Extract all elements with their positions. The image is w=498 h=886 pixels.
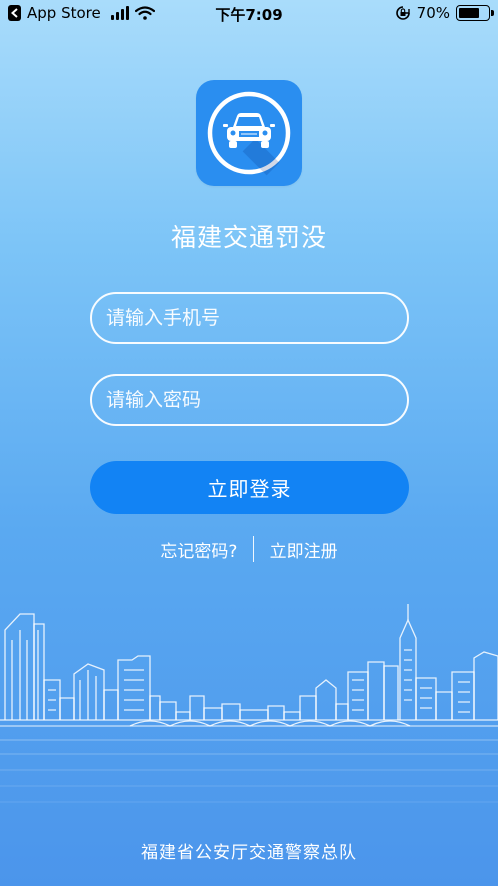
battery-fill bbox=[459, 8, 479, 18]
rotation-lock-icon bbox=[395, 6, 410, 20]
status-right: 70% bbox=[395, 4, 494, 22]
battery-percent: 70% bbox=[416, 4, 450, 22]
app-title: 福建交通罚没 bbox=[170, 223, 327, 252]
app-logo bbox=[196, 80, 302, 186]
city-skyline-illustration bbox=[0, 604, 498, 803]
status-bar: App Store 下午7:09 70% bbox=[0, 0, 498, 28]
forgot-password-link[interactable]: 忘记密码? bbox=[160, 537, 237, 562]
battery-icon bbox=[456, 5, 494, 21]
auth-links: 忘记密码? 立即注册 bbox=[0, 536, 498, 562]
link-divider bbox=[252, 536, 255, 562]
footer-text: 福建省公安厅交通警察总队 bbox=[141, 843, 357, 863]
login-button[interactable]: 立即登录 bbox=[90, 461, 409, 514]
register-link[interactable]: 立即注册 bbox=[270, 537, 338, 562]
password-input[interactable] bbox=[90, 374, 409, 426]
car-icon bbox=[207, 91, 291, 176]
phone-input[interactable] bbox=[90, 292, 409, 344]
